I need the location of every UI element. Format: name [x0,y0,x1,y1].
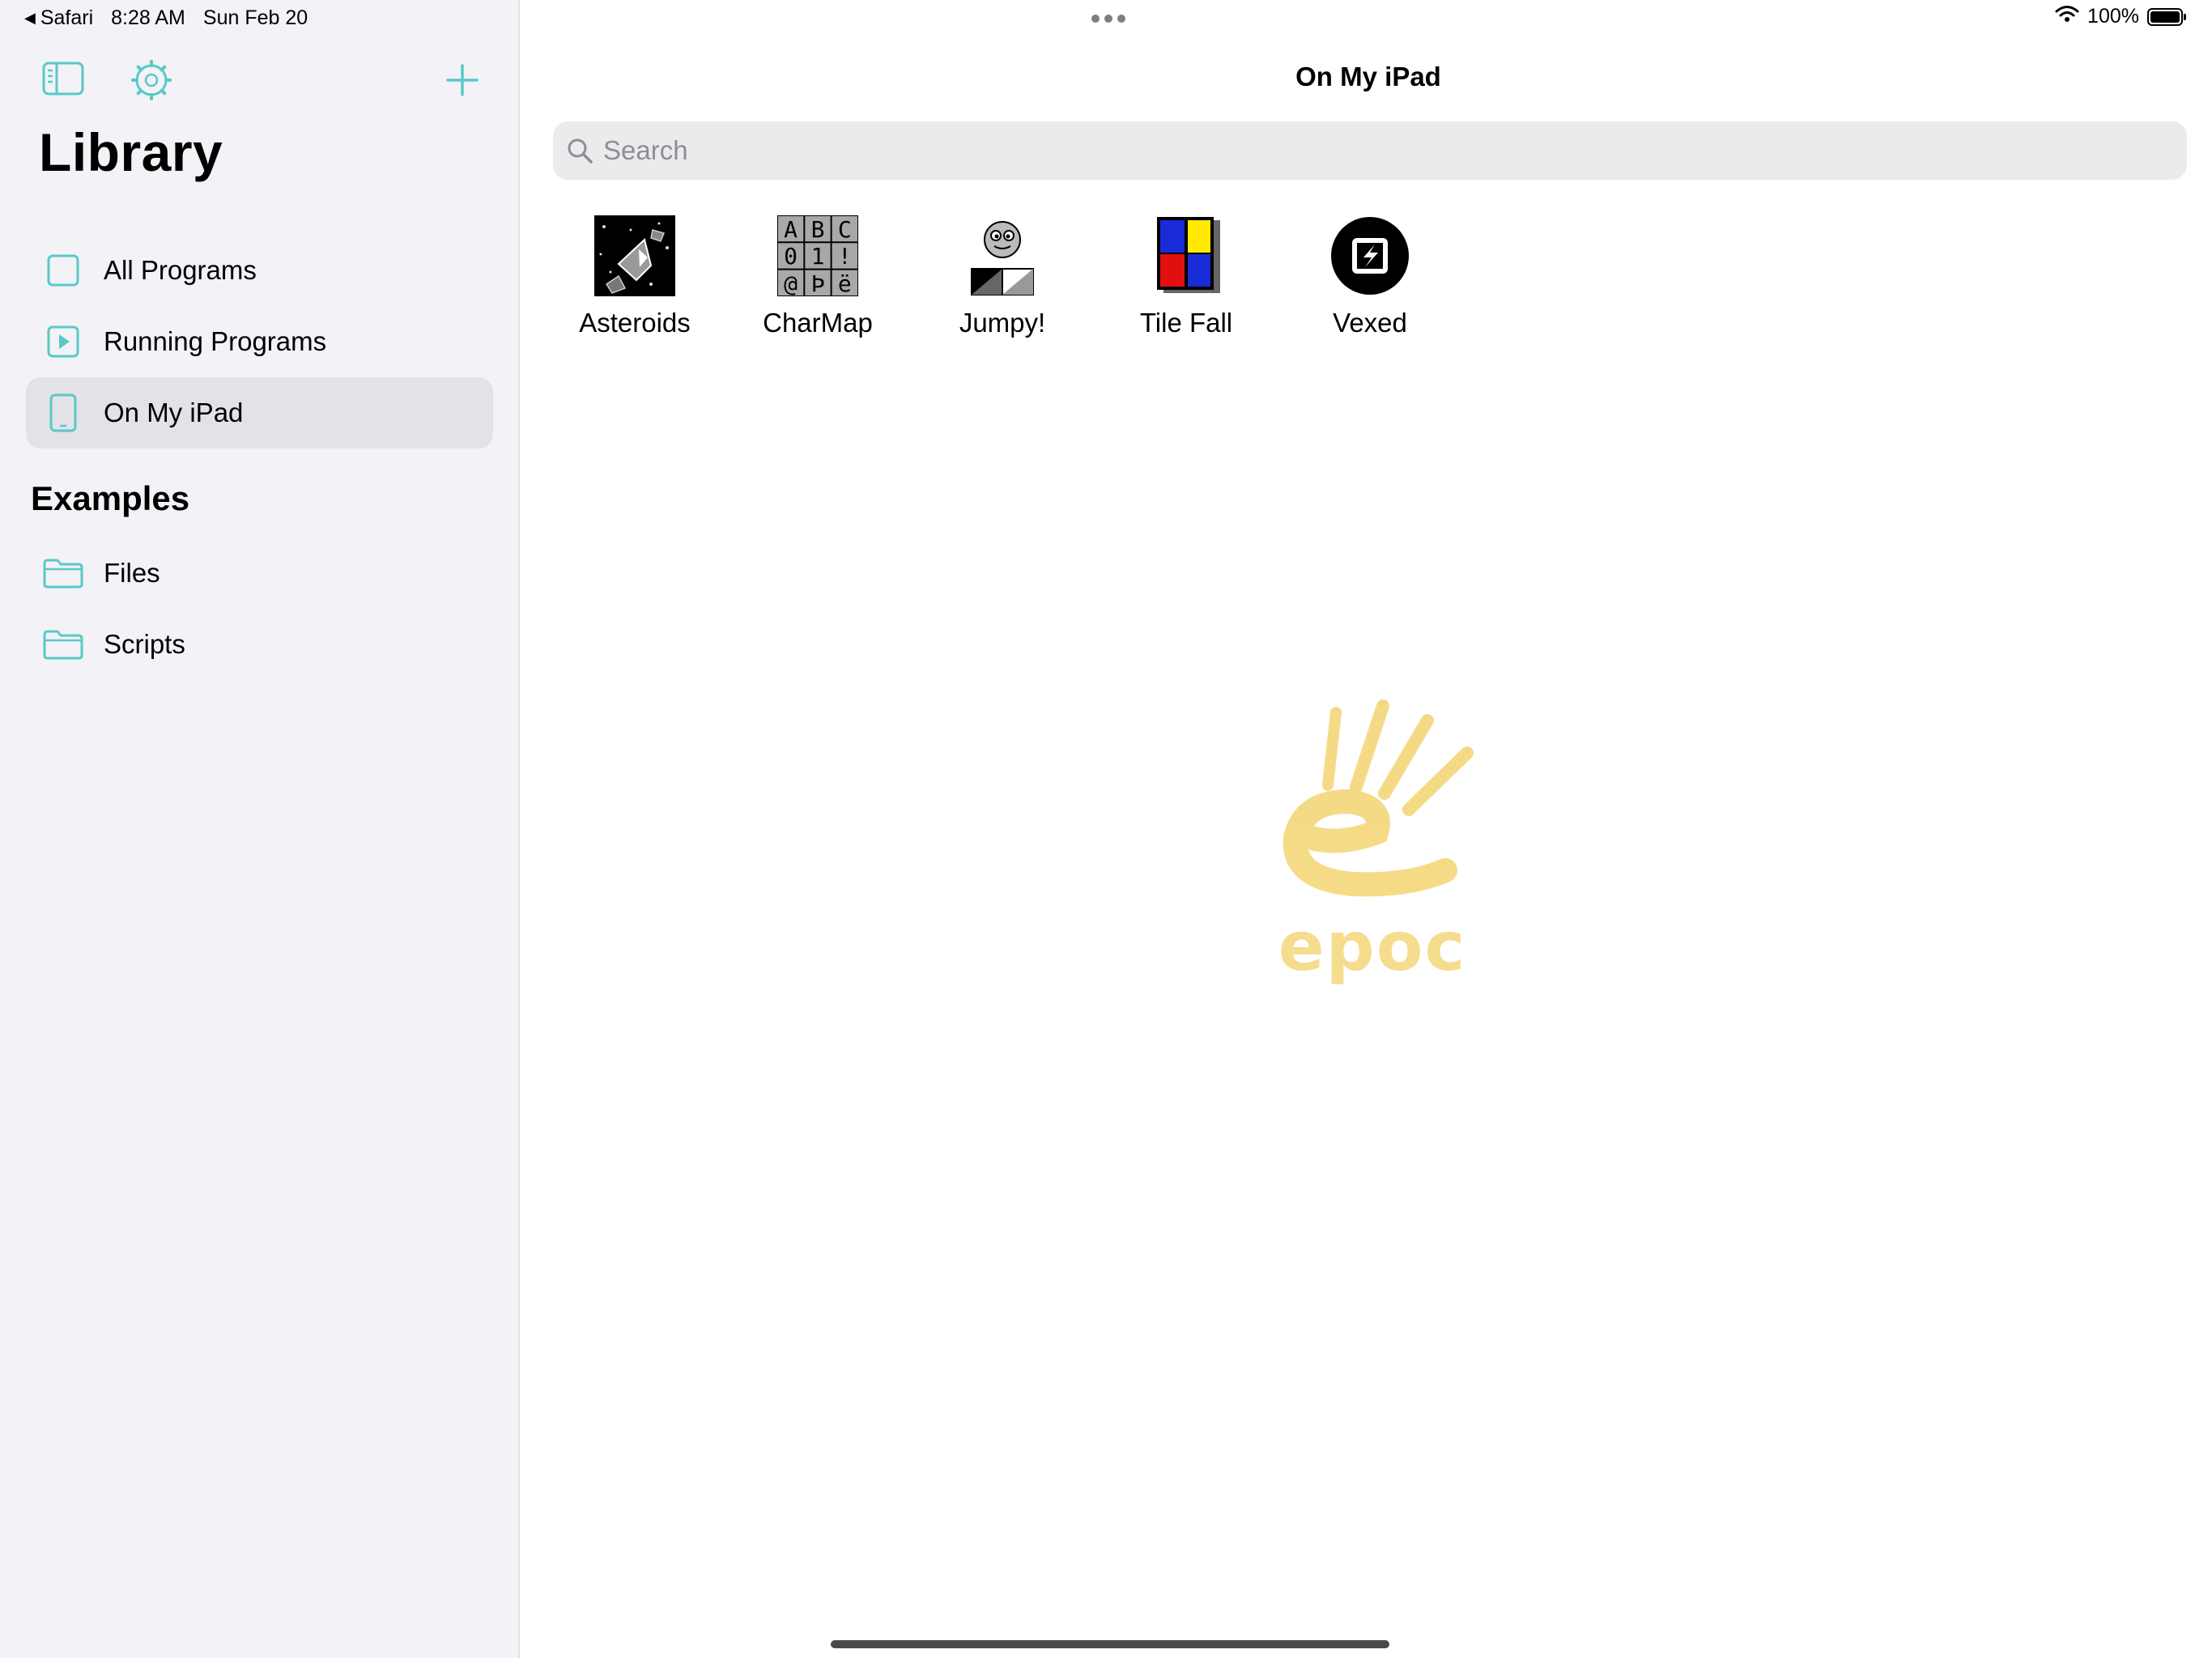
folder-icon [40,628,86,661]
examples-header: Examples [31,479,190,517]
add-plus-icon[interactable] [445,63,479,101]
charmap-icon: A B C 0 1 ! @ Þ ë [777,215,858,296]
epoc-logo: epoc [1255,696,1490,986]
search-icon [566,137,593,164]
program-grid: Asteroids A B C 0 1 ! @ Þ ë CharMap Jump… [0,215,2212,345]
folder-icon [40,557,86,589]
program-label: CharMap [763,308,873,338]
charmap-char: 0 [784,243,798,270]
charmap-char: @ [784,270,798,296]
charmap-char: B [811,216,825,243]
program-jumpy[interactable]: Jumpy! [925,215,1079,338]
sidebar-item-label: On My iPad [104,397,244,427]
program-charmap[interactable]: A B C 0 1 ! @ Þ ë CharMap [741,215,895,338]
sidebar-toggle-icon[interactable] [42,62,84,100]
program-label: Asteroids [579,308,691,338]
library-title: Library [39,122,223,182]
charmap-char: A [784,216,798,243]
program-tile-fall[interactable]: Tile Fall [1109,215,1263,338]
battery-icon [2147,7,2186,26]
wifi-icon [2055,5,2079,28]
program-vexed[interactable]: Vexed [1293,215,1447,338]
back-app-label[interactable]: Safari [40,6,93,30]
program-asteroids[interactable]: Asteroids [558,215,712,338]
page-title: On My iPad [1295,62,1441,91]
program-label: Vexed [1333,308,1407,338]
charmap-char: C [838,216,852,243]
sidebar-item-scripts[interactable]: Scripts [26,609,493,680]
epoc-wordmark: epoc [1278,907,1467,986]
vexed-icon [1329,215,1410,296]
settings-gear-icon[interactable] [131,60,172,104]
battery-percent: 100% [2087,5,2139,28]
home-indicator[interactable] [831,1640,1389,1648]
sidebar-item-label: Scripts [104,629,185,659]
search-bar[interactable] [553,121,2187,180]
status-date: Sun Feb 20 [202,6,308,29]
jumpy-icon [962,215,1043,296]
charmap-char: Þ [811,270,825,296]
charmap-char: ! [838,243,852,270]
ipad-icon [40,393,86,432]
status-bar-left: ◀ Safari 8:28 AM Sun Feb 20 [24,6,308,30]
status-time: 8:28 AM [111,6,185,29]
program-label: Tile Fall [1139,308,1233,338]
asteroids-icon [594,215,675,296]
multitasking-dots-icon[interactable] [1091,15,1125,23]
back-arrow-icon[interactable]: ◀ [24,10,36,27]
tile-fall-icon [1146,215,1227,296]
sidebar-item-files[interactable]: Files [26,538,493,609]
sidebar-item-label: Files [104,558,160,588]
search-input[interactable] [602,134,2143,167]
charmap-char: ë [838,270,852,296]
program-label: Jumpy! [959,308,1046,338]
status-bar-right: 100% [2055,5,2186,28]
charmap-char: 1 [811,243,825,270]
sidebar-item-on-my-ipad[interactable]: On My iPad [26,377,493,449]
